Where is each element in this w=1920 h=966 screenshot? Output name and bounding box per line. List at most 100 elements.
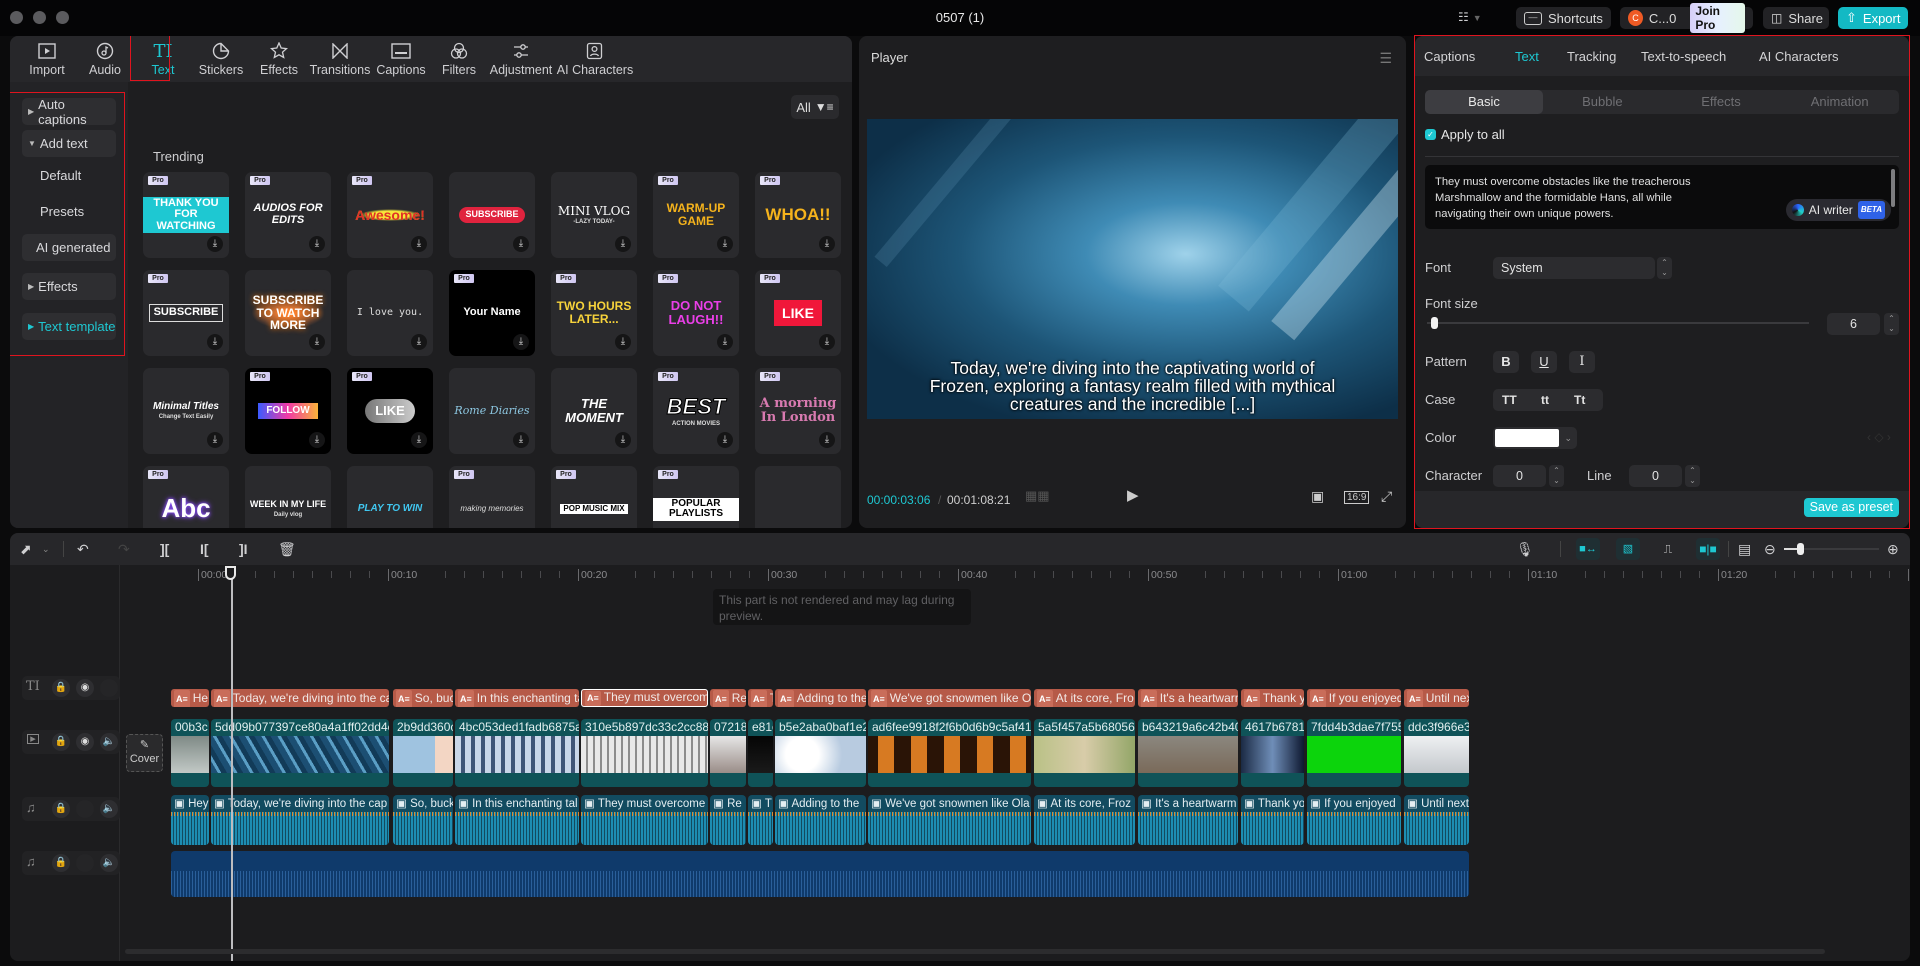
download-icon[interactable]: ⤓ bbox=[309, 236, 325, 252]
shortcuts-button[interactable]: –– Shortcuts bbox=[1516, 7, 1611, 29]
menu-presets[interactable]: Presets bbox=[22, 198, 116, 225]
subtab-effects[interactable]: Effects bbox=[1662, 90, 1781, 114]
eye-icon[interactable]: ◉ bbox=[76, 679, 94, 697]
horizontal-scrollbar[interactable] bbox=[125, 949, 1825, 954]
video-clip[interactable]: ddc3f966e3 bbox=[1404, 719, 1469, 787]
zoom-out-icon[interactable]: ⊖ bbox=[1764, 541, 1776, 558]
lock-icon[interactable]: 🔒 bbox=[52, 800, 70, 818]
text-template-card[interactable]: Pro BEST ACTION MOVIES ⤓ bbox=[653, 368, 739, 454]
text-clip[interactable]: A≡ We've got snowmen like Ol bbox=[868, 689, 1031, 707]
text-template-card[interactable]: Pro SUBSCRIBE ⤓ bbox=[143, 270, 229, 356]
download-icon[interactable]: ⤓ bbox=[615, 432, 631, 448]
download-icon[interactable]: ⤓ bbox=[615, 334, 631, 350]
text-template-card[interactable]: SUBSCRIBE TO WATCH MORE ⤓ bbox=[245, 270, 331, 356]
download-icon[interactable]: ⤓ bbox=[513, 334, 529, 350]
tab-captions[interactable]: Captions bbox=[372, 36, 430, 82]
text-template-card[interactable]: Pro DO NOT LAUGH!! ⤓ bbox=[653, 270, 739, 356]
bold-button[interactable]: B bbox=[1493, 351, 1519, 373]
audio-clip[interactable]: ▣ Re bbox=[710, 795, 746, 845]
download-icon[interactable]: ⤓ bbox=[411, 432, 427, 448]
menu-effects[interactable]: ▶ Effects bbox=[22, 273, 116, 300]
video-clip[interactable]: 07218 bbox=[710, 719, 746, 787]
audio-clip[interactable]: ▣ Thank yo bbox=[1241, 795, 1304, 845]
play-button[interactable]: ▶ bbox=[1127, 486, 1139, 504]
lock-icon[interactable]: 🔒 bbox=[52, 733, 70, 751]
download-icon[interactable]: ⤓ bbox=[309, 334, 325, 350]
audio-clip[interactable]: ▣ Today, we're diving into the cap bbox=[211, 795, 389, 845]
download-icon[interactable]: ⤓ bbox=[411, 334, 427, 350]
zoom-in-icon[interactable]: ⊕ bbox=[1887, 541, 1899, 558]
text-template-card[interactable]: Pro Awesome! ⤓ bbox=[347, 172, 433, 258]
font-size-input[interactable]: 6 bbox=[1827, 313, 1880, 335]
tab-text[interactable]: Text bbox=[1515, 49, 1539, 64]
apply-to-all-checkbox[interactable]: ✓ Apply to all bbox=[1425, 127, 1505, 142]
split-right-icon[interactable]: ]I bbox=[239, 541, 248, 557]
tab-tracking[interactable]: Tracking bbox=[1567, 49, 1616, 64]
slider-thumb[interactable] bbox=[1797, 543, 1804, 555]
subtitle-overlay[interactable]: Today, we're diving into the captivating… bbox=[867, 359, 1398, 413]
fullscreen-icon[interactable]: ⤢ bbox=[1381, 488, 1392, 505]
download-icon[interactable]: ⤓ bbox=[207, 334, 223, 350]
text-template-card[interactable]: MINI VLOG -LAZY TODAY- ⤓ bbox=[551, 172, 637, 258]
font-stepper[interactable]: ⌃ ⌄ bbox=[1657, 257, 1672, 279]
tab-ai-characters[interactable]: AI Characters bbox=[1759, 49, 1838, 64]
subtab-animation[interactable]: Animation bbox=[1780, 90, 1899, 114]
chevron-down-icon[interactable]: ⌄ bbox=[42, 544, 50, 555]
auto-snap-icon[interactable]: ▧ bbox=[1616, 538, 1640, 560]
text-template-card[interactable]: Pro LIKE ⤓ bbox=[755, 270, 841, 356]
tab-effects[interactable]: Effects bbox=[250, 36, 308, 82]
titlecase-button[interactable]: Tt bbox=[1574, 393, 1585, 407]
lock-icon[interactable]: 🔒 bbox=[52, 854, 70, 872]
cover-button[interactable]: ✎ Cover bbox=[126, 734, 163, 772]
speaker-icon[interactable]: 🔈 bbox=[100, 854, 118, 872]
timeline-zoom-slider[interactable] bbox=[1784, 543, 1879, 555]
video-preview[interactable]: Today, we're diving into the captivating… bbox=[867, 119, 1398, 419]
zoom-to-fit-icon[interactable]: ▤ bbox=[1738, 541, 1751, 558]
download-icon[interactable]: ⤓ bbox=[309, 432, 325, 448]
line-spacing-input[interactable]: 0 bbox=[1629, 465, 1682, 487]
redo-icon[interactable]: ↷ bbox=[118, 541, 130, 558]
menu-add-text[interactable]: ▼ Add text bbox=[22, 130, 116, 157]
video-clip[interactable]: e81c bbox=[748, 719, 773, 787]
video-clip[interactable]: 4617b67814 bbox=[1241, 719, 1304, 787]
text-template-card[interactable]: Pro making memories bbox=[449, 466, 535, 528]
text-template-card[interactable]: Pro TWO HOURS LATER... ⤓ bbox=[551, 270, 637, 356]
text-template-card[interactable] bbox=[755, 466, 841, 528]
keyframe-nav-icon[interactable]: ‹ ◇ › bbox=[1867, 430, 1891, 444]
download-icon[interactable]: ⤓ bbox=[819, 334, 835, 350]
ai-writer-button[interactable]: AI writer BETA bbox=[1785, 199, 1891, 221]
video-clip[interactable]: b5e2aba0baf1e2 bbox=[775, 719, 866, 787]
tab-text-to-speech[interactable]: Text-to-speech bbox=[1641, 49, 1726, 64]
tab-transitions[interactable]: Transitions bbox=[308, 36, 372, 82]
video-clip[interactable]: 310e5b897dc33c2cc88b bbox=[581, 719, 708, 787]
layout-button[interactable]: ☷ ▼ bbox=[1458, 10, 1482, 24]
video-clip[interactable]: 4bc053ded1fadb6875ac bbox=[455, 719, 579, 787]
download-icon[interactable]: ⤓ bbox=[615, 236, 631, 252]
download-icon[interactable]: ⤓ bbox=[717, 236, 733, 252]
filter-button[interactable]: All ▼≡ bbox=[791, 95, 839, 119]
download-icon[interactable]: ⤓ bbox=[207, 432, 223, 448]
text-template-card[interactable]: Pro POPULAR PLAYLISTS bbox=[653, 466, 739, 528]
text-clip[interactable]: A≡ They must overcome bbox=[581, 689, 708, 707]
color-picker[interactable]: ⌄ bbox=[1493, 427, 1577, 449]
text-clip[interactable]: A≡T bbox=[748, 689, 773, 707]
text-template-card[interactable]: Pro THANK YOU FOR WATCHING ⤓ bbox=[143, 172, 229, 258]
save-as-preset-button[interactable]: Save as preset bbox=[1803, 498, 1899, 517]
text-template-card[interactable]: Pro POP MUSIC MIX bbox=[551, 466, 637, 528]
audio-clip[interactable]: ▣ Adding to the bbox=[775, 795, 866, 845]
scrollbar[interactable] bbox=[1891, 169, 1895, 207]
menu-icon[interactable]: ☰ bbox=[1379, 50, 1392, 67]
text-clip[interactable]: A≡ If you enjoyed bbox=[1307, 689, 1401, 707]
video-clip[interactable]: ad6fee9918f2f6b0d6b9c5af417 bbox=[868, 719, 1031, 787]
timeline-view-icon[interactable]: ▦▦ bbox=[1025, 488, 1050, 504]
font-select[interactable]: System bbox=[1493, 257, 1655, 279]
text-clip[interactable]: A≡ In this enchanting ta bbox=[455, 689, 579, 707]
download-icon[interactable]: ⤓ bbox=[819, 432, 835, 448]
share-button[interactable]: ◫ Share bbox=[1763, 7, 1829, 29]
video-clip[interactable]: 5a5f457a5b68056 bbox=[1034, 719, 1135, 787]
join-pro-button[interactable]: Join Pro bbox=[1690, 3, 1745, 33]
line-stepper[interactable]: ⌃ ⌄ bbox=[1685, 465, 1700, 487]
font-size-stepper[interactable]: ⌃ ⌄ bbox=[1884, 313, 1899, 335]
tab-adjustment[interactable]: Adjustment bbox=[488, 36, 554, 82]
text-template-card[interactable]: WEEK IN MY LIFE Daily vlog bbox=[245, 466, 331, 528]
